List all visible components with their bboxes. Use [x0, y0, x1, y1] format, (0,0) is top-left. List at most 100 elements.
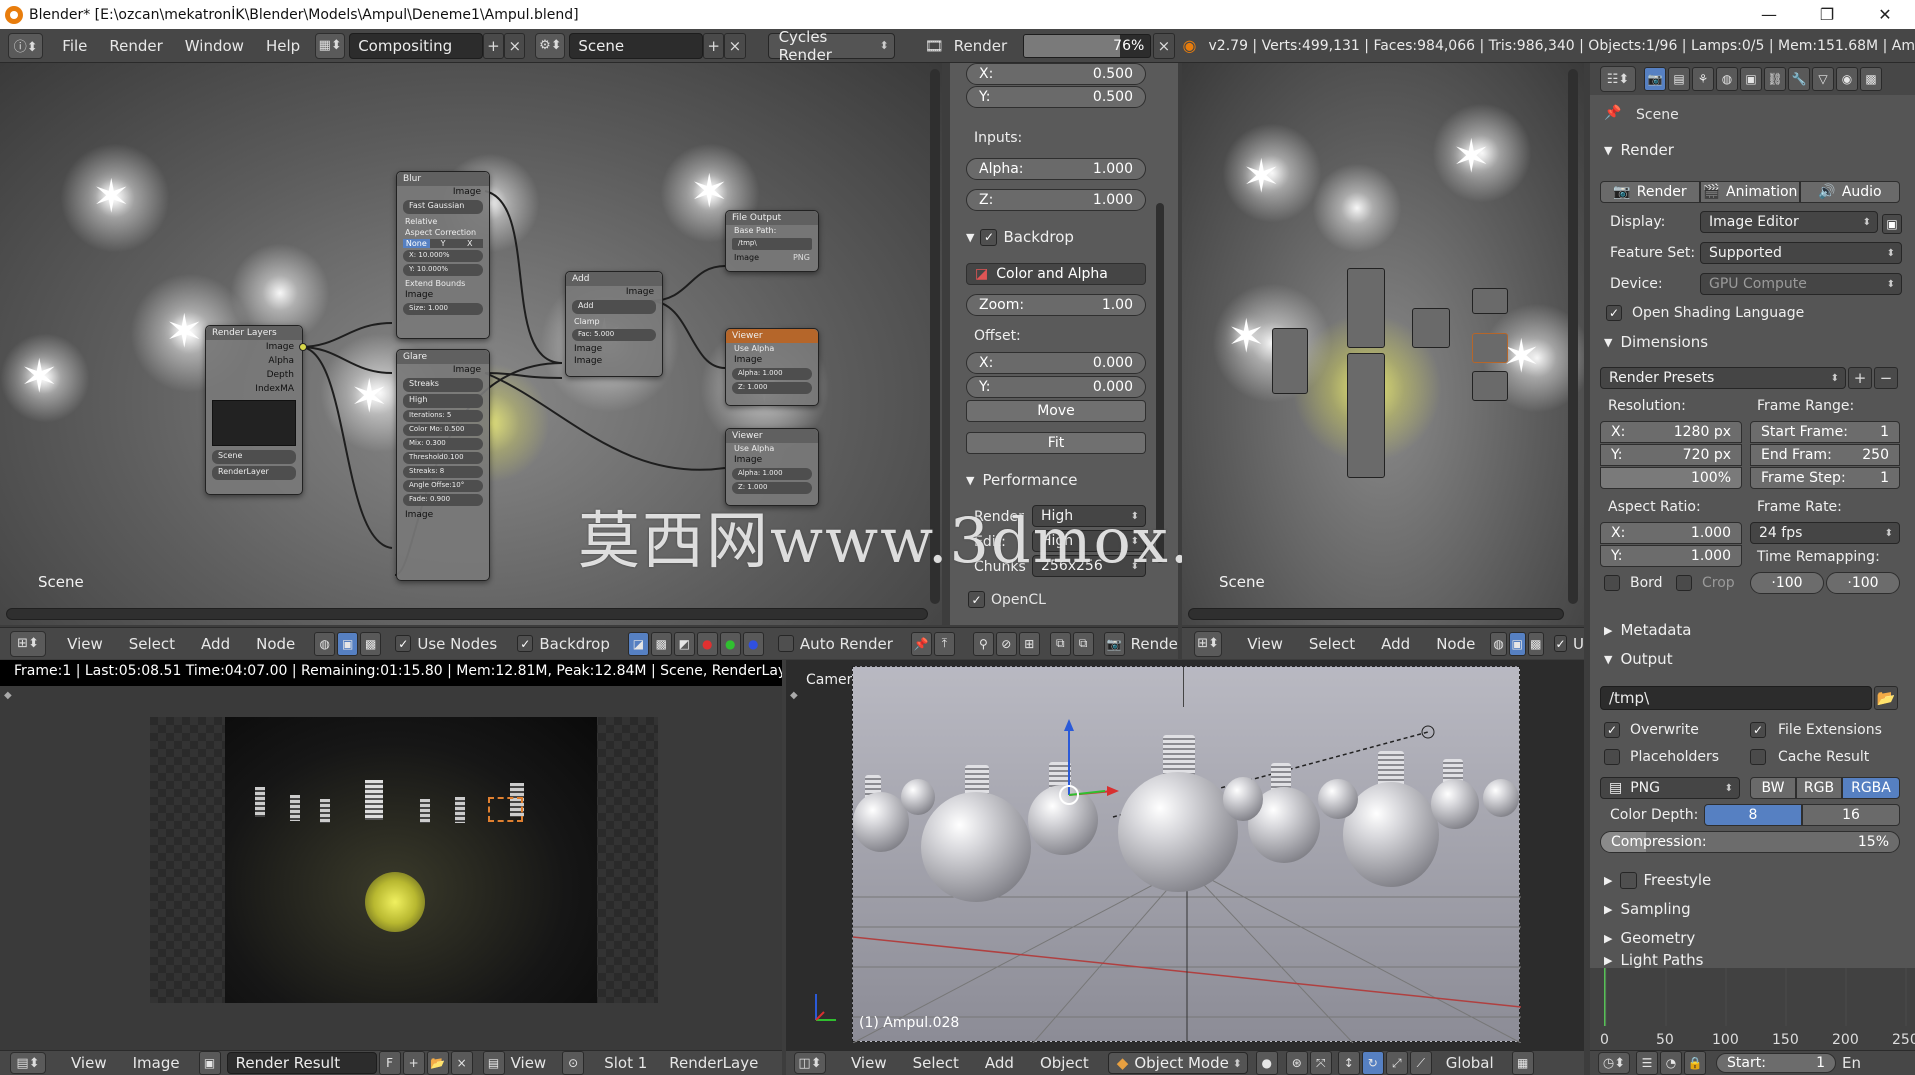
- offset-x-field[interactable]: X: 0.000: [966, 352, 1146, 374]
- slot-dropdown[interactable]: Slot 1: [604, 1054, 647, 1072]
- timeline-editor-type-icon[interactable]: ◷⬍: [1598, 1052, 1630, 1074]
- render-layers-context-icon[interactable]: ▤: [1668, 67, 1690, 91]
- backdrop-green-icon[interactable]: ●: [719, 631, 741, 656]
- backdrop-blue-icon[interactable]: ●: [742, 631, 764, 656]
- copy-icon[interactable]: ⧉: [1049, 631, 1071, 656]
- new-image-icon[interactable]: +: [402, 1051, 425, 1075]
- image-menu-image[interactable]: Image: [120, 1054, 193, 1072]
- device-dropdown[interactable]: GPU Compute: [1700, 273, 1902, 295]
- viewport-editor-type-icon[interactable]: ◫⬍: [794, 1052, 826, 1074]
- compositor-right-menu-node[interactable]: Node: [1423, 635, 1488, 653]
- render-layer-dropdown[interactable]: RenderLaye: [669, 1054, 758, 1072]
- texture-nodes-icon[interactable]: ▩: [1527, 631, 1545, 656]
- unlink-image-icon[interactable]: ×: [450, 1051, 473, 1075]
- geometry-panel-header[interactable]: ▶ Geometry: [1604, 925, 1904, 951]
- cache-result-checkbox[interactable]: [1750, 749, 1766, 765]
- remove-screen-icon[interactable]: ×: [504, 32, 526, 59]
- node-y-field[interactable]: Y: 0.500: [966, 86, 1146, 108]
- scene-context-icon[interactable]: ⚘: [1692, 67, 1714, 91]
- use-nodes-right-checkbox[interactable]: ✓: [1554, 635, 1568, 652]
- backdrop-channels-dropdown[interactable]: ◪ Color and Alpha: [966, 263, 1146, 285]
- blur-size-field[interactable]: Size: 1.000: [403, 303, 483, 315]
- start-frame-timeline-field[interactable]: Start: 1: [1716, 1053, 1836, 1073]
- viewer-2-alpha-field[interactable]: Alpha: 1.000: [732, 468, 812, 480]
- add-clamp-checkbox[interactable]: Clamp: [566, 316, 662, 327]
- pivot-icon[interactable]: ⊙: [562, 1051, 585, 1075]
- viewer-node-1[interactable]: Viewer Use Alpha Image Alpha: 1.000 Z: 1…: [725, 328, 819, 406]
- glare-angle-offset-field[interactable]: Angle Offse:10°: [403, 480, 483, 492]
- compositor-menu-node[interactable]: Node: [243, 635, 308, 653]
- render-camera-icon[interactable]: 📷: [1103, 631, 1125, 656]
- data-context-icon[interactable]: ▽: [1812, 67, 1834, 91]
- add-node[interactable]: Add Image Add Clamp Fac: 5.000 Image Ima…: [565, 271, 663, 377]
- add-fac-field[interactable]: Fac: 5.000: [572, 329, 656, 341]
- color-depth-8-button[interactable]: 8: [1704, 804, 1802, 826]
- compositor-right-menu-select[interactable]: Select: [1296, 635, 1368, 653]
- sampling-panel-header[interactable]: ▶ Sampling: [1604, 896, 1904, 922]
- frame-rate-dropdown[interactable]: 24 fps: [1750, 522, 1900, 544]
- backdrop-red-icon[interactable]: ●: [696, 631, 718, 656]
- fake-user-button[interactable]: F: [378, 1051, 401, 1075]
- snap-element-icon[interactable]: ⊘: [995, 631, 1017, 656]
- border-checkbox[interactable]: [1604, 575, 1620, 591]
- browse-folder-icon[interactable]: 📂: [1874, 686, 1898, 710]
- compositor-right-backdrop[interactable]: ✶ ✶ ✶ ✶ Scene: [1182, 63, 1584, 625]
- material-context-icon[interactable]: ◉: [1836, 67, 1858, 91]
- constraints-context-icon[interactable]: ⛓: [1764, 67, 1786, 91]
- placeholders-checkbox[interactable]: [1604, 749, 1620, 765]
- z-input-field[interactable]: Z: 1.000: [966, 189, 1146, 211]
- move-button[interactable]: Move: [966, 400, 1146, 422]
- screen-layout-icon[interactable]: ▦⬍: [315, 32, 346, 59]
- viewer-1-z-field[interactable]: Z: 1.000: [732, 382, 812, 394]
- glare-color-mod-field[interactable]: Color Mo: 0.500: [403, 424, 483, 436]
- open-image-icon[interactable]: 📂: [426, 1051, 449, 1075]
- time-remap-new-field[interactable]: ·100: [1826, 572, 1900, 594]
- screen-layout-field[interactable]: Compositing: [349, 32, 483, 59]
- add-operation-dropdown[interactable]: Add: [572, 300, 656, 314]
- lock-icon[interactable]: 🔒: [1684, 1051, 1706, 1075]
- image-editor-type-icon[interactable]: ▤⬍: [10, 1052, 46, 1074]
- cancel-render-icon[interactable]: ×: [1153, 32, 1175, 59]
- render-panel-header[interactable]: ▼ Render: [1604, 137, 1904, 163]
- viewport-menu-add[interactable]: Add: [972, 1054, 1027, 1072]
- blur-aspect-y[interactable]: Y: [429, 239, 457, 248]
- file-format-dropdown[interactable]: ▤ PNG: [1600, 777, 1740, 799]
- viewport-menu-view[interactable]: View: [838, 1054, 900, 1072]
- menu-help[interactable]: Help: [255, 37, 311, 55]
- blur-aspect-none[interactable]: None: [403, 239, 430, 248]
- blur-type-dropdown[interactable]: Fast Gaussian: [403, 200, 483, 214]
- resolution-y-field[interactable]: Y: 720 px: [1600, 444, 1742, 466]
- resolution-x-field[interactable]: X: 1280 px: [1600, 421, 1742, 443]
- render-button-label[interactable]: Rende: [1131, 635, 1178, 653]
- use-nodes-checkbox[interactable]: ✓: [395, 635, 412, 652]
- resolution-percentage-field[interactable]: 100%: [1600, 467, 1742, 489]
- area-corner-icon[interactable]: ◆: [4, 690, 14, 701]
- render-layers-scene-field[interactable]: Scene: [212, 450, 296, 464]
- compositor-right-menu-add[interactable]: Add: [1368, 635, 1423, 653]
- blur-y-field[interactable]: Y: 10.000%: [403, 264, 483, 276]
- blur-node[interactable]: Blur Image Fast Gaussian Relative Aspect…: [396, 171, 490, 339]
- backdrop-checkbox[interactable]: ✓: [517, 635, 534, 652]
- object-mode-dropdown[interactable]: ◆ Object Mode: [1107, 1052, 1248, 1074]
- properties-editor-type-icon[interactable]: ☷⬍: [1600, 66, 1636, 92]
- zoom-field[interactable]: Zoom: 1.00: [966, 294, 1146, 316]
- alpha-input-field[interactable]: Alpha: 1.000: [966, 158, 1146, 180]
- parent-tree-icon[interactable]: ⤒: [933, 631, 955, 656]
- color-mode-rgba-button[interactable]: RGBA: [1842, 777, 1900, 799]
- menu-render[interactable]: Render: [98, 37, 173, 55]
- snap-node-icon[interactable]: ⊞: [1018, 631, 1040, 656]
- viewport-menu-object[interactable]: Object: [1027, 1054, 1102, 1072]
- glare-quality-dropdown[interactable]: High: [403, 394, 483, 408]
- output-path-field[interactable]: /tmp\: [1600, 686, 1872, 710]
- glare-type-dropdown[interactable]: Streaks: [403, 378, 483, 392]
- add-scene-icon[interactable]: +: [703, 32, 725, 59]
- blur-relative-checkbox[interactable]: Relative: [397, 216, 489, 227]
- shader-nodes-icon[interactable]: ◍: [314, 631, 336, 656]
- paste-icon[interactable]: ⧉: [1072, 631, 1094, 656]
- render-animation-button[interactable]: 🎬 Animation: [1700, 181, 1800, 203]
- file-output-node[interactable]: File Output Base Path: /tmp\ Image PNG: [725, 210, 819, 272]
- image-editor[interactable]: Frame:1 | Last:05:08.51 Time:04:07.00 | …: [0, 660, 782, 1050]
- opencl-checkbox-row[interactable]: ✓ OpenCL: [968, 591, 1046, 608]
- end-frame-field[interactable]: End Fram: 250: [1750, 444, 1900, 466]
- area-corner-icon[interactable]: ◆: [790, 690, 800, 701]
